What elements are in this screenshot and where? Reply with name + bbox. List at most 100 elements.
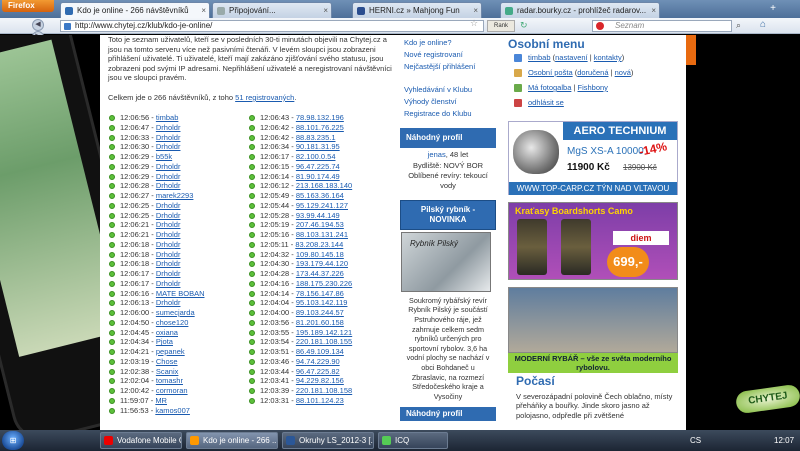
link-registrace[interactable]: Registrace do Klubu <box>404 108 498 120</box>
tab-pripojovani[interactable]: Připojování... × <box>212 2 332 18</box>
personal-menu-link[interactable]: nastavení <box>555 53 588 62</box>
aero-technium-ad[interactable]: AERO TECHNIUM MgS XS-A 10000 11900 Kč 13… <box>508 121 678 195</box>
ip-address-link[interactable]: 95.103.142.119 <box>296 298 348 307</box>
ip-address-link[interactable]: 96.47.225.82 <box>296 367 340 376</box>
pilsky-heading[interactable]: Pilský rybník - NOVINKA <box>400 199 496 230</box>
user-profile-link[interactable]: Drholdr <box>156 142 181 151</box>
ip-address-link[interactable]: 195.189.142.121 <box>296 328 352 337</box>
link-kdo-je-online[interactable]: Kdo je online? <box>404 37 498 49</box>
link-nove-registrovani[interactable]: Nové registrovaní <box>404 49 498 61</box>
user-profile-link[interactable]: Drholdr <box>156 211 181 220</box>
taskbar-item-icq[interactable]: ICQ <box>378 432 448 449</box>
taskbar-item-firefox[interactable]: Kdo je online - 266 ... <box>186 432 278 449</box>
new-tab-icon[interactable]: + <box>766 2 780 16</box>
user-profile-link[interactable]: Pjota <box>156 337 173 346</box>
personal-menu-link[interactable]: kontakty <box>594 53 622 62</box>
ip-address-link[interactable]: 95.129.241.127 <box>296 201 348 210</box>
feedback-tab[interactable] <box>686 35 696 65</box>
tray-language[interactable]: CS <box>690 432 701 449</box>
link-vyhody-clenstvi[interactable]: Výhody členství <box>404 96 498 108</box>
ip-address-link[interactable]: 90.181.31.95 <box>296 142 340 151</box>
ip-address-link[interactable]: 109.80.145.18 <box>296 250 344 259</box>
user-profile-link[interactable]: cormoran <box>156 386 188 395</box>
ip-address-link[interactable]: 220.181.108.158 <box>296 386 352 395</box>
clock[interactable]: 12:07 <box>774 432 794 449</box>
user-profile-link[interactable]: Drholdr <box>156 269 181 278</box>
user-profile-link[interactable]: Drholdr <box>156 250 181 259</box>
user-profile-link[interactable]: tomashr <box>156 376 183 385</box>
link-vyhledavani[interactable]: Vyhledávání v Klubu <box>404 84 498 96</box>
moderni-rybar-caption[interactable]: MODERNÍ RYBÁŘ – vše ze světa moderního r… <box>508 353 678 373</box>
link-nejcastejsi-prihlaseni[interactable]: Nejčastější přihlášení <box>404 61 498 73</box>
user-profile-link[interactable]: Drholdr <box>156 230 181 239</box>
pilsky-photo[interactable]: Rybník Pilský <box>401 231 491 292</box>
user-profile-link[interactable]: kamos007 <box>155 406 190 415</box>
ip-address-link[interactable]: 86.49.109.134 <box>296 347 344 356</box>
ip-address-link[interactable]: 93.99.44.149 <box>296 211 340 220</box>
personal-menu-link[interactable]: nová <box>615 68 631 77</box>
ip-address-link[interactable]: 78.98.132.196 <box>296 113 344 122</box>
close-icon[interactable]: × <box>201 3 206 18</box>
ip-address-link[interactable]: 85.163.36.164 <box>296 191 344 200</box>
tab-herni-mahjong[interactable]: HERNI.cz » Mahjong Fun × <box>352 2 482 18</box>
user-profile-link[interactable]: timbab <box>156 113 179 122</box>
ip-address-link[interactable]: 94.229.82.156 <box>296 376 344 385</box>
personal-menu-link[interactable]: Má fotogalba <box>528 83 571 92</box>
personal-menu-link[interactable]: doručená <box>577 68 608 77</box>
rank-widget[interactable]: Rank <box>487 20 515 32</box>
ip-address-link[interactable]: 81.201.60.158 <box>296 318 344 327</box>
user-profile-link[interactable]: Drholdr <box>156 123 181 132</box>
back-arrow-icon[interactable]: ◀ <box>32 19 44 31</box>
ip-address-link[interactable]: 188.175.230.226 <box>296 279 352 288</box>
bookmark-star-icon[interactable]: ☆ <box>470 18 478 29</box>
user-profile-link[interactable]: Drholdr <box>156 162 181 171</box>
url-bar[interactable]: http://www.chytej.cz/klub/kdo-je-online/ <box>60 20 484 32</box>
user-profile-link[interactable]: oxiana <box>156 328 178 337</box>
ip-address-link[interactable]: 89.103.244.57 <box>296 308 344 317</box>
user-profile-link[interactable]: Drholdr <box>156 172 181 181</box>
registered-count-link[interactable]: 51 registrovaných <box>235 93 294 102</box>
ip-address-link[interactable]: 78.156.147.86 <box>296 289 344 298</box>
random-profile-name[interactable]: jenas <box>428 150 446 159</box>
search-icon[interactable]: ⌕ <box>736 20 741 31</box>
ip-address-link[interactable]: 81.90.174.49 <box>296 172 340 181</box>
reload-icon[interactable]: ↻ <box>520 20 528 31</box>
user-profile-link[interactable]: sumecjarda <box>156 308 195 317</box>
user-profile-link[interactable]: MATE BOBAN <box>156 289 205 298</box>
user-profile-link[interactable]: pepanek <box>156 347 185 356</box>
personal-menu-link[interactable]: timbab <box>528 53 551 62</box>
ip-address-link[interactable]: 213.168.183.140 <box>296 181 352 190</box>
tab-radar-bourky[interactable]: radar.bourky.cz - prohlížeč radarov... × <box>500 2 660 18</box>
user-profile-link[interactable]: Drholdr <box>156 220 181 229</box>
user-profile-link[interactable]: Drholdr <box>156 240 181 249</box>
personal-menu-link[interactable]: odhlásit se <box>528 98 564 107</box>
ip-address-link[interactable]: 220.181.108.155 <box>296 337 352 346</box>
ip-address-link[interactable]: 96.47.225.74 <box>296 162 340 171</box>
user-profile-link[interactable]: b55k <box>156 152 172 161</box>
user-profile-link[interactable]: Drholdr <box>156 181 181 190</box>
user-profile-link[interactable]: Drholdr <box>156 279 181 288</box>
user-profile-link[interactable]: marek2293 <box>156 191 194 200</box>
moderni-rybar-ad-image[interactable] <box>508 287 678 353</box>
user-profile-link[interactable]: Chose <box>156 357 178 366</box>
start-button[interactable]: ⊞ <box>2 431 24 450</box>
user-profile-link[interactable]: Drholdr <box>156 298 181 307</box>
ip-address-link[interactable]: 193.179.44.120 <box>296 259 348 268</box>
taskbar-item-vodafone[interactable]: Vodafone Mobile C... <box>100 432 182 449</box>
boardshorts-ad[interactable]: Kraťasy Boardshorts Camo diem 699,- <box>508 202 678 280</box>
ip-address-link[interactable]: 83.208.23.144 <box>295 240 343 249</box>
ip-address-link[interactable]: 88.101.76.225 <box>296 123 344 132</box>
user-profile-link[interactable]: MR <box>155 396 167 405</box>
home-icon[interactable]: ⌂ <box>760 19 766 30</box>
ip-address-link[interactable]: 88.103.131.241 <box>296 230 348 239</box>
close-icon[interactable]: × <box>651 3 656 18</box>
ip-address-link[interactable]: 88.101.124.23 <box>296 396 344 405</box>
ip-address-link[interactable]: 94.74.229.90 <box>296 357 340 366</box>
user-profile-link[interactable]: Drholdr <box>156 201 181 210</box>
ip-address-link[interactable]: 173.44.37.226 <box>296 269 344 278</box>
firefox-menu-button[interactable]: Firefox <box>2 0 54 12</box>
close-icon[interactable]: × <box>323 3 328 18</box>
site-identity-icon[interactable] <box>64 23 71 30</box>
user-profile-link[interactable]: Drholdr <box>156 259 181 268</box>
search-input[interactable]: Seznam <box>592 20 732 32</box>
